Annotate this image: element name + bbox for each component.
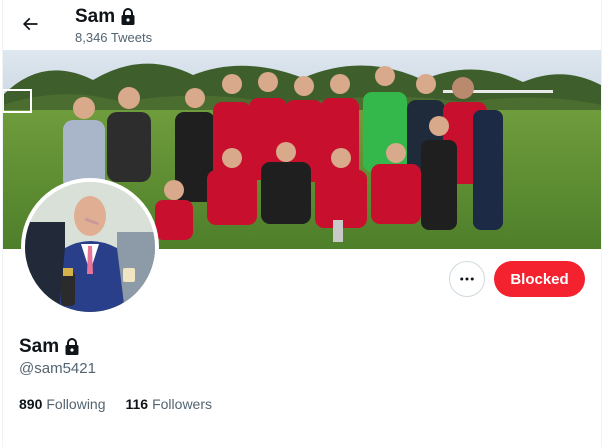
back-button[interactable] [14, 8, 46, 40]
tweet-count: 8,346 Tweets [75, 30, 153, 45]
following-label: Following [46, 396, 106, 412]
blocked-button[interactable]: Blocked [494, 261, 585, 297]
more-horizontal-icon [460, 277, 474, 281]
header-display-name: Sam [75, 6, 116, 27]
profile-header: Sam 8,346 Tweets [0, 0, 603, 50]
profile-page: Sam 8,346 Tweets Blocked Sam @sam5421 89… [0, 0, 603, 447]
profile-avatar[interactable] [21, 178, 159, 316]
arrow-left-icon [22, 17, 38, 31]
column-border-right [601, 0, 602, 447]
avatar-photo [25, 182, 155, 312]
followers-count: 116 [125, 396, 149, 412]
following-link[interactable]: 890 Following [19, 395, 106, 413]
lock-icon [65, 338, 79, 355]
profile-name-row: Sam [19, 335, 80, 359]
lock-icon [121, 8, 135, 25]
follow-stats: 890 Following 116 Followers [19, 395, 212, 413]
followers-label: Followers [152, 396, 212, 412]
profile-display-name: Sam [19, 336, 60, 357]
header-name-row: Sam [75, 6, 136, 28]
followers-link[interactable]: 116 Followers [126, 395, 213, 413]
more-options-button[interactable] [449, 261, 485, 297]
following-count: 890 [19, 396, 43, 412]
profile-handle: @sam5421 [19, 360, 96, 377]
